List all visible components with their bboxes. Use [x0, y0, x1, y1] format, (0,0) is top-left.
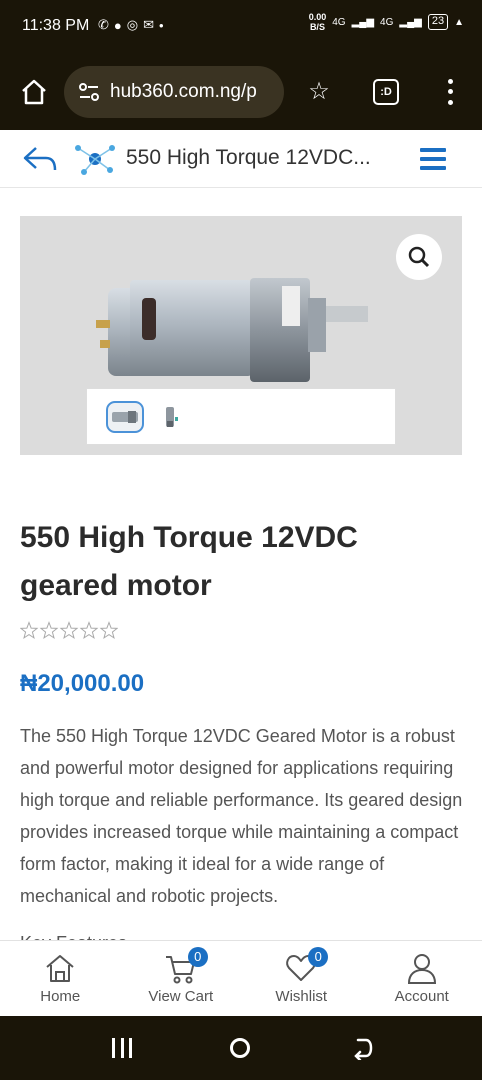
more-notifications-dot-icon: • — [159, 17, 164, 33]
header-title: 550 High Torque 12VDC... — [126, 146, 371, 169]
user-icon — [407, 954, 436, 984]
network-type-1: 4G — [332, 16, 346, 28]
bottom-navigation: Home 0 View Cart 0 Wishlist Account — [0, 940, 482, 1016]
recents-button[interactable] — [112, 1038, 132, 1058]
star-icon — [20, 621, 39, 640]
thumbnail-2[interactable] — [163, 403, 181, 433]
mail-icon: ✉ — [143, 17, 155, 32]
star-icon — [79, 621, 99, 640]
nav-home-label: Home — [40, 988, 81, 1005]
home-icon — [46, 955, 74, 982]
signal-icon: ▂▄▆ — [351, 16, 375, 28]
star-icon — [99, 621, 118, 640]
wishlist-count-badge: 0 — [308, 947, 329, 967]
hamburger-menu-icon[interactable] — [420, 148, 446, 170]
bookmark-star-icon[interactable]: ☆ — [305, 78, 333, 106]
notification-icons: ✆ ● ◎ ✉ • — [98, 17, 164, 33]
product-description: The 550 High Torque 12VDC Geared Motor i… — [20, 726, 463, 906]
nav-wishlist-label: Wishlist — [275, 988, 328, 1005]
system-home-button[interactable] — [230, 1038, 250, 1058]
system-back-icon[interactable] — [350, 1036, 374, 1060]
product-gallery[interactable] — [20, 216, 462, 455]
nav-account[interactable]: Account — [362, 941, 482, 1016]
nav-cart-label: View Cart — [148, 988, 214, 1005]
site-logo[interactable] — [70, 140, 118, 178]
site-header: 550 High Torque 12VDC... — [0, 130, 482, 188]
back-arrow-icon[interactable] — [22, 144, 58, 174]
signal-icon: ▂▄▆ — [399, 16, 422, 28]
chat-icon: ● — [113, 17, 122, 33]
status-bar: 11:38 PM ✆ ● ◎ ✉ • 0.00 B/S 4G ▂▄▆ 4G ▂▄… — [0, 0, 482, 54]
app-notification-icon: ◎ — [126, 17, 139, 32]
product-title: 550 High Torque 12VDC geared motor — [20, 521, 358, 602]
site-settings-icon[interactable] — [78, 83, 100, 101]
browser-toolbar: hub360.com.ng/p ☆ :D — [0, 54, 482, 130]
url-text[interactable]: hub360.com.ng/p — [110, 81, 257, 103]
beaker-icon: ▲ — [454, 16, 464, 28]
search-icon — [408, 246, 430, 268]
nav-home[interactable]: Home — [0, 941, 121, 1016]
star-icon — [59, 621, 79, 640]
thumbnail-1[interactable] — [106, 401, 144, 433]
whatsapp-icon: ✆ — [98, 17, 109, 32]
cart-count-badge: 0 — [187, 947, 208, 967]
star-icon — [39, 621, 59, 640]
nav-cart[interactable]: 0 View Cart — [121, 941, 242, 1016]
network-type-2: 4G — [380, 16, 394, 28]
rating-stars — [20, 621, 118, 641]
system-status-icons: 0.00 B/S 4G ▂▄▆ 4G ▂▄▆ 23 ▲ — [309, 12, 464, 32]
nav-wishlist[interactable]: 0 Wishlist — [241, 941, 362, 1016]
network-speed: 0.00 B/S — [308, 12, 327, 32]
url-bar[interactable]: hub360.com.ng/p — [64, 66, 284, 118]
status-time: 11:38 PM — [22, 17, 90, 34]
thumbnail-strip — [86, 388, 396, 445]
battery-icon: 23 — [427, 14, 449, 30]
product-price: ₦20,000.00 — [20, 670, 145, 697]
browser-menu-button[interactable] — [440, 76, 460, 108]
nav-account-label: Account — [394, 988, 449, 1005]
home-icon[interactable] — [20, 78, 48, 106]
zoom-button[interactable] — [396, 234, 442, 280]
system-navigation-bar — [0, 1016, 482, 1080]
extension-button[interactable]: :D — [373, 79, 399, 105]
